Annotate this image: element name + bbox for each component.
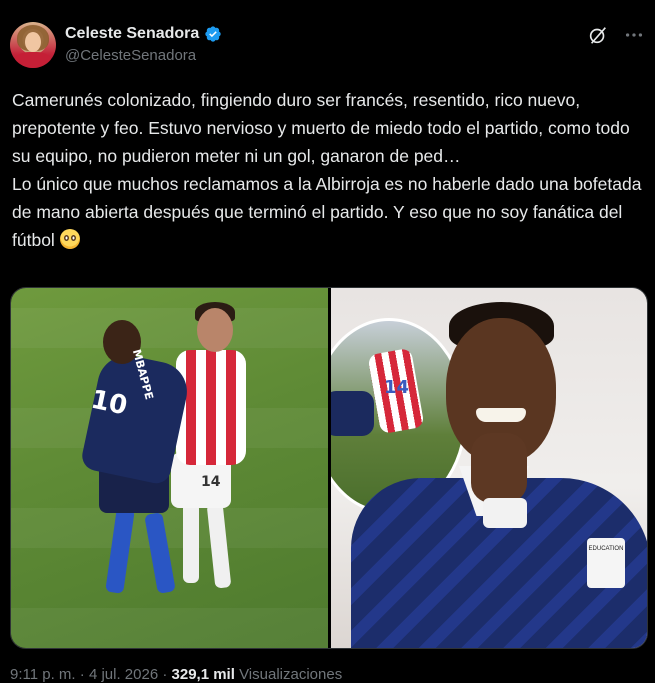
views-label: Visualizaciones: [239, 666, 343, 683]
sleeve-patch: EDUCATION: [587, 538, 625, 588]
portrait-photo[interactable]: 14 EDUCATION: [331, 288, 647, 648]
tweet-meta: 9:11 p. m. · 4 jul. 2026 · 329,1 mil Vis…: [10, 666, 342, 683]
jersey-number-red: 14: [201, 474, 221, 490]
meta-separator: ·: [75, 666, 89, 683]
meta-separator-2: ·: [158, 666, 172, 683]
tweet-media[interactable]: MBAPPE 10 14 14 EDUCATION: [10, 287, 648, 649]
verified-badge-icon: [204, 25, 222, 43]
tweet-time[interactable]: 9:11 p. m.: [10, 666, 76, 683]
inset-jersey-number: 14: [384, 377, 410, 398]
author-handle[interactable]: @CelesteSenadora: [65, 47, 222, 64]
avatar[interactable]: [10, 22, 56, 68]
flushed-face-icon: [59, 229, 80, 249]
tweet-body: Camerunés colonizado, fingiendo duro ser…: [12, 90, 642, 250]
tweet-text: Camerunés colonizado, fingiendo duro ser…: [12, 86, 642, 254]
views-count: 329,1 mil: [171, 666, 235, 683]
tweet-header: Celeste Senadora @CelesteSenadora: [10, 22, 645, 72]
author-info: Celeste Senadora @CelesteSenadora: [65, 25, 222, 64]
grok-icon[interactable]: [587, 24, 609, 46]
display-name[interactable]: Celeste Senadora: [65, 25, 199, 43]
match-photo[interactable]: MBAPPE 10 14: [11, 288, 328, 648]
tweet-date[interactable]: 4 jul. 2026: [89, 666, 158, 683]
more-options-icon[interactable]: [623, 24, 645, 46]
